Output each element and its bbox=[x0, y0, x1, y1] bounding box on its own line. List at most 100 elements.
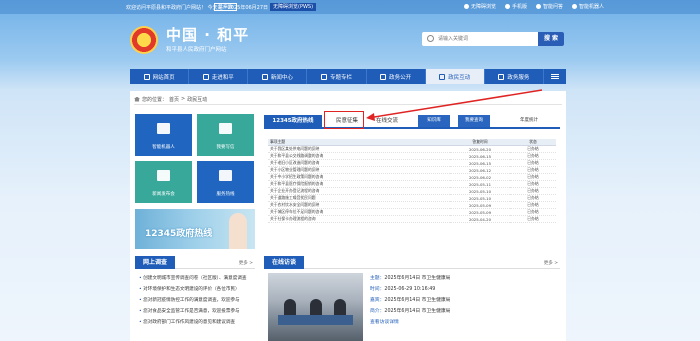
interview-field: 时间：2025-06-29 10:16:49 bbox=[370, 287, 436, 292]
tab-hotline[interactable]: 12345政府热线 bbox=[264, 115, 322, 127]
query-button[interactable]: 我要查询 bbox=[458, 115, 490, 127]
robot-icon bbox=[572, 4, 578, 9]
table-row[interactable]: 关于和平县公交线路调整的咨询 2025-06-15 已办结 bbox=[268, 152, 556, 160]
row-date: 2025-06-20 bbox=[450, 145, 510, 153]
nav-item-about[interactable]: 走进和平 bbox=[189, 69, 249, 84]
interview-info: 主题：2025年6月14日 市卫生健康局 时间：2025-06-29 10:16:… bbox=[370, 273, 450, 328]
row-title[interactable]: 关于社保卡办理流程的咨询 bbox=[268, 215, 450, 223]
accessibility-button[interactable]: 无障碍浏览(PWS) bbox=[270, 3, 317, 11]
table-row[interactable]: 关于农村饮水安全问题的反映 2025-05-09 已办结 bbox=[268, 201, 556, 209]
tile-write-letter[interactable]: 我要写信 bbox=[197, 114, 254, 156]
breadcrumb-current: 政民互动 bbox=[187, 96, 208, 103]
site-title: 中国 · 和平 bbox=[166, 26, 250, 44]
row-title[interactable]: 关于农村饮水安全问题的反映 bbox=[268, 201, 450, 209]
interview-more-link[interactable]: 更多 > bbox=[544, 260, 558, 266]
row-title[interactable]: 关于我区某处供电问题的反映 bbox=[268, 145, 450, 153]
hotline-banner[interactable]: 12345政府热线 bbox=[135, 209, 255, 249]
book-icon bbox=[439, 73, 446, 80]
survey-item[interactable]: 您对新冠疫情防控工作的满意度调查，欢迎参与 bbox=[139, 295, 251, 306]
knowledge-base-button[interactable]: 知识库 bbox=[418, 115, 450, 127]
nav-item-interaction[interactable]: 政民互动 bbox=[425, 69, 485, 84]
row-date: 2025-06-15 bbox=[450, 159, 510, 167]
nav-item-open-gov[interactable]: 政务公开 bbox=[367, 69, 426, 84]
row-title[interactable]: 关于老旧小区改造问题的咨询 bbox=[268, 159, 450, 167]
survey-item[interactable]: 您对政府部门工作作风建设的意见和建议调查 bbox=[139, 317, 251, 328]
highlight-box bbox=[324, 111, 364, 129]
row-status: 已办结 bbox=[510, 215, 556, 223]
nav-item-topics[interactable]: 专题专栏 bbox=[307, 69, 367, 84]
top-link-robot[interactable]: 智能机器人 bbox=[572, 3, 604, 10]
top-link-accessible[interactable]: 无障碍浏览 bbox=[464, 3, 496, 10]
survey-item[interactable]: 创建文明城市宣传调查问卷（社区版）、满意度调查 bbox=[139, 273, 251, 284]
top-link-mobile[interactable]: 手机版 bbox=[505, 3, 527, 10]
doc-icon bbox=[380, 73, 387, 80]
row-status: 已办结 bbox=[510, 194, 556, 202]
service-icon bbox=[498, 73, 505, 80]
interview-field: 嘉宾：2025年6月14日 市卫生健康局 bbox=[370, 298, 451, 303]
table-row[interactable]: 关于老旧小区改造问题的咨询 2025-06-15 已办结 bbox=[268, 159, 556, 167]
search-box: 搜 索 bbox=[422, 32, 564, 46]
table-row[interactable]: 关于中小学招生政策问题的咨询 2025-06-02 已办结 bbox=[268, 173, 556, 181]
breadcrumb-home-link[interactable]: 首页 bbox=[169, 96, 179, 103]
interview-detail-link[interactable]: 查看访谈详情 bbox=[370, 317, 450, 328]
calendar-icon bbox=[157, 170, 170, 181]
survey-title: 网上调查 bbox=[135, 256, 176, 269]
row-status: 已办结 bbox=[510, 187, 556, 195]
row-date: 2025-05-10 bbox=[450, 187, 510, 195]
row-title[interactable]: 关于和平县公交线路调整的咨询 bbox=[268, 152, 450, 160]
survey-item[interactable]: 对环境保护和生态文明建设的评价（各位市民） bbox=[139, 284, 251, 295]
row-title[interactable]: 关于中小学招生政策问题的咨询 bbox=[268, 173, 450, 181]
row-date: 2025-06-12 bbox=[450, 166, 510, 174]
annual-stats-link[interactable]: 年度统计 bbox=[520, 115, 538, 127]
row-status: 已办结 bbox=[510, 208, 556, 216]
home-icon bbox=[134, 96, 140, 102]
menu-icon[interactable] bbox=[544, 69, 566, 84]
row-title[interactable]: 关于城区停车位不足问题的咨询 bbox=[268, 208, 450, 216]
survey-more-link[interactable]: 更多 > bbox=[239, 260, 253, 266]
survey-item[interactable]: 您对食品安全监管工作是否满意，欢迎投票参与 bbox=[139, 306, 251, 317]
row-title[interactable]: 关于道路施工噪音扰民问题 bbox=[268, 194, 450, 202]
bell-icon bbox=[157, 123, 170, 134]
top-link-qa[interactable]: 智能问答 bbox=[536, 3, 563, 10]
nav-item-services[interactable]: 政务服务 bbox=[485, 69, 544, 84]
survey-panel: 网上调查 更多 > 创建文明城市宣传调查问卷（社区版）、满意度调查对环境保护和生… bbox=[135, 256, 255, 341]
breadcrumb: 您的位置： 首页 > 政民互动 bbox=[134, 94, 562, 105]
table-row[interactable]: 关于我区某处供电问题的反映 2025-06-20 已办结 bbox=[268, 145, 556, 153]
table-row[interactable]: 关于道路施工噪音扰民问题 2025-05-10 已办结 bbox=[268, 194, 556, 202]
table-row[interactable]: 关于城区停车位不足问题的咨询 2025-05-09 已办结 bbox=[268, 208, 556, 216]
nav-item-news[interactable]: 新闻中心 bbox=[248, 69, 308, 84]
search-icon bbox=[427, 35, 434, 42]
nav-item-home[interactable]: 网站首页 bbox=[130, 69, 190, 84]
row-date: 2025-06-02 bbox=[450, 173, 510, 181]
table-row[interactable]: 关于小区物业管理问题的反映 2025-06-12 已办结 bbox=[268, 166, 556, 174]
hotline-tabs: 12345政府热线 民意征集 在线交流 知识库 我要查询 年度统计 bbox=[264, 115, 560, 129]
row-title[interactable]: 关于小区物业管理问题的反映 bbox=[268, 166, 450, 174]
tile-robot[interactable]: 智能机器人 bbox=[135, 114, 192, 156]
service-tiles: 智能机器人 我要写信 新闻发布会 服务热线 bbox=[135, 114, 255, 204]
tile-hotline[interactable]: 服务热线 bbox=[197, 161, 254, 203]
operator-image bbox=[229, 213, 247, 249]
news-icon bbox=[261, 73, 268, 80]
table-row[interactable]: 关于和平县医疗保险报销的咨询 2025-05-11 已办结 bbox=[268, 180, 556, 188]
interview-photo[interactable] bbox=[268, 273, 363, 341]
row-status: 已办结 bbox=[510, 159, 556, 167]
table-row[interactable]: 关于社保卡办理流程的咨询 2025-04-20 已办结 bbox=[268, 215, 556, 223]
interview-title: 在线访谈 bbox=[264, 256, 305, 269]
table-row[interactable]: 关于企业开办登记流程的咨询 2025-05-10 已办结 bbox=[268, 187, 556, 195]
row-status: 已办结 bbox=[510, 180, 556, 188]
tab-online[interactable]: 在线交流 bbox=[376, 115, 398, 127]
row-title[interactable]: 关于和平县医疗保险报销的咨询 bbox=[268, 180, 450, 188]
search-button[interactable]: 搜 索 bbox=[538, 32, 564, 46]
search-input[interactable] bbox=[438, 34, 538, 44]
top-links: 无障碍浏览 手机版 智能问答 智能机器人 bbox=[464, 3, 604, 10]
row-date: 2025-05-09 bbox=[450, 201, 510, 209]
letter-icon bbox=[219, 123, 232, 134]
tile-press-conference[interactable]: 新闻发布会 bbox=[135, 161, 192, 203]
row-status: 已办结 bbox=[510, 152, 556, 160]
elder-mode-button[interactable]: 长辈版 bbox=[214, 3, 238, 11]
row-title[interactable]: 关于企业开办登记流程的咨询 bbox=[268, 187, 450, 195]
home-icon bbox=[143, 73, 150, 80]
row-status: 已办结 bbox=[510, 166, 556, 174]
row-status: 已办结 bbox=[510, 173, 556, 181]
phone-icon bbox=[219, 170, 232, 181]
